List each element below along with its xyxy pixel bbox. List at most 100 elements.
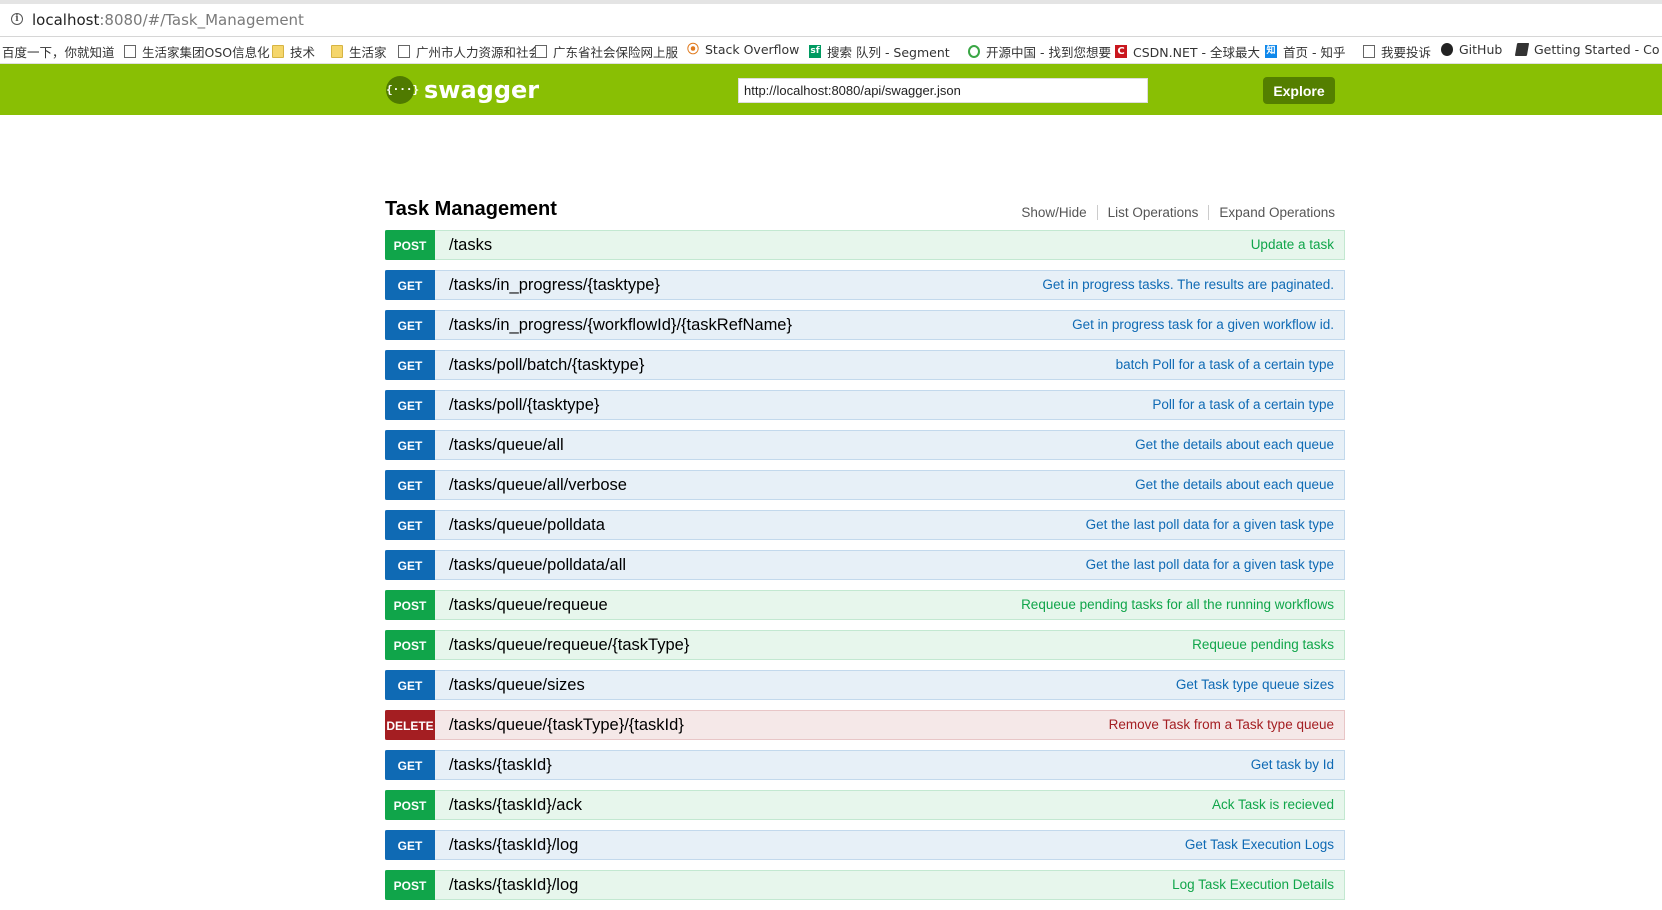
bookmark-item[interactable]: 生活家集团OSO信息化	[124, 42, 270, 61]
operation-row[interactable]: GET/tasks/{taskId} Get task by Id	[385, 750, 1345, 780]
operation-row[interactable]: GET/tasks/queue/polldata/all Get the last…	[385, 550, 1345, 580]
bookmark-item[interactable]: ⦿ Stack Overflow	[687, 42, 799, 57]
operation-summary[interactable]: Remove Task from a Task type queue	[1109, 717, 1334, 732]
bookmark-item[interactable]: sf 搜索 队列 - Segment	[809, 42, 950, 61]
operation-summary[interactable]: Requeue pending tasks	[1192, 637, 1334, 652]
segmentfault-icon: sf	[809, 45, 821, 58]
http-method-badge[interactable]: GET	[385, 750, 435, 780]
operation-row[interactable]: POST/tasks/{taskId}/ack Ack Task is recie…	[385, 790, 1345, 820]
operation-row[interactable]: GET/tasks/in_progress/{tasktype} Get in p…	[385, 270, 1345, 300]
operation-path[interactable]: /tasks/queue/sizes	[449, 676, 585, 695]
operation-summary[interactable]: Poll for a task of a certain type	[1152, 397, 1334, 412]
operation-row[interactable]: GET/tasks/queue/all Get the details about…	[385, 430, 1345, 460]
http-method-badge[interactable]: GET	[385, 310, 435, 340]
operation-summary[interactable]: Get in progress tasks. The results are p…	[1042, 277, 1334, 292]
http-method-badge[interactable]: POST	[385, 790, 435, 820]
bookmark-item[interactable]: Getting Started - Co	[1514, 42, 1659, 57]
operation-summary[interactable]: Get in progress task for a given workflo…	[1072, 317, 1334, 332]
http-method-badge[interactable]: GET	[385, 510, 435, 540]
http-method-badge[interactable]: GET	[385, 390, 435, 420]
operation-row[interactable]: GET/tasks/poll/{tasktype} Poll for a task…	[385, 390, 1345, 420]
operation-summary[interactable]: Get the last poll data for a given task …	[1086, 517, 1334, 532]
http-method-badge[interactable]: DELETE	[385, 710, 435, 740]
bookmark-item[interactable]: 广州市人力资源和社会	[398, 42, 541, 61]
operation-path[interactable]: /tasks/in_progress/{workflowId}/{taskRef…	[449, 316, 792, 335]
operation-summary[interactable]: Ack Task is recieved	[1212, 797, 1334, 812]
page-icon	[398, 45, 410, 58]
resource-title[interactable]: Task Management	[385, 198, 557, 221]
operation-row[interactable]: GET/tasks/poll/batch/{tasktype} batch Pol…	[385, 350, 1345, 380]
page-icon	[1363, 45, 1375, 58]
operation-summary[interactable]: Requeue pending tasks for all the runnin…	[1021, 597, 1334, 612]
operation-path[interactable]: /tasks/poll/batch/{tasktype}	[449, 356, 644, 375]
operation-summary[interactable]: Update a task	[1251, 237, 1334, 252]
operation-path[interactable]: /tasks/queue/polldata	[449, 516, 605, 535]
operation-row[interactable]: GET/tasks/queue/polldata Get the last pol…	[385, 510, 1345, 540]
http-method-badge[interactable]: GET	[385, 550, 435, 580]
operation-path[interactable]: /tasks/queue/all	[449, 436, 564, 455]
operation-row[interactable]: GET/tasks/{taskId}/log Get Task Execution…	[385, 830, 1345, 860]
operation-row[interactable]: POST/tasks/queue/requeue/{taskType} Reque…	[385, 630, 1345, 660]
operation-row[interactable]: POST/tasks Update a task	[385, 230, 1345, 260]
operation-row[interactable]: GET/tasks/in_progress/{workflowId}/{task…	[385, 310, 1345, 340]
bookmark-item[interactable]: 知首页 - 知乎	[1265, 42, 1345, 61]
link-divider	[1208, 205, 1210, 220]
operation-path[interactable]: /tasks/queue/requeue/{taskType}	[449, 636, 689, 655]
http-method-badge[interactable]: GET	[385, 830, 435, 860]
http-method-badge[interactable]: POST	[385, 590, 435, 620]
bookmark-item[interactable]: 我要投诉	[1363, 42, 1431, 61]
bookmark-item[interactable]: 广东省社会保险网上服	[535, 42, 678, 61]
list-operations-link[interactable]: List Operations	[1108, 205, 1199, 220]
operation-path[interactable]: /tasks/queue/all/verbose	[449, 476, 627, 495]
bookmark-item[interactable]: 生活家	[331, 42, 387, 61]
operation-path[interactable]: /tasks/{taskId}/ack	[449, 796, 582, 815]
http-method-badge[interactable]: GET	[385, 670, 435, 700]
bookmark-item[interactable]: 开源中国 - 找到您想要	[968, 42, 1111, 61]
bookmark-item[interactable]: 百度一下，你就知道	[2, 42, 115, 61]
operation-row[interactable]: POST/tasks/queue/requeue Requeue pending …	[385, 590, 1345, 620]
info-icon[interactable]: i	[11, 13, 23, 25]
address-url[interactable]: localhost:8080/#/Task_Management	[32, 11, 304, 29]
operation-summary[interactable]: Log Task Execution Details	[1172, 877, 1334, 892]
bookmark-item[interactable]: 技术	[272, 42, 315, 61]
operation-summary[interactable]: Get the details about each queue	[1135, 437, 1334, 452]
operation-row[interactable]: POST/tasks/{taskId}/log Log Task Executio…	[385, 870, 1345, 900]
bookmark-item[interactable]: GitHub	[1441, 42, 1502, 57]
csdn-icon: C	[1115, 45, 1127, 58]
operation-row[interactable]: GET/tasks/queue/sizes Get Task type queue…	[385, 670, 1345, 700]
explore-button[interactable]: Explore	[1263, 77, 1335, 104]
operation-path[interactable]: /tasks/queue/requeue	[449, 596, 608, 615]
operation-path[interactable]: /tasks/{taskId}/log	[449, 836, 578, 855]
page-icon	[535, 45, 547, 58]
http-method-badge[interactable]: GET	[385, 470, 435, 500]
http-method-badge[interactable]: POST	[385, 230, 435, 260]
operation-summary[interactable]: Get the last poll data for a given task …	[1086, 557, 1334, 572]
operation-summary[interactable]: Get Task Execution Logs	[1185, 837, 1334, 852]
spec-url-input[interactable]	[738, 78, 1148, 103]
operation-path[interactable]: /tasks/{taskId}	[449, 756, 552, 775]
http-method-badge[interactable]: GET	[385, 350, 435, 380]
operation-row[interactable]: DELETE/tasks/queue/{taskType}/{taskId} Re…	[385, 710, 1345, 740]
show-hide-link[interactable]: Show/Hide	[1021, 205, 1086, 220]
operation-path[interactable]: /tasks/queue/polldata/all	[449, 556, 626, 575]
bookmark-item[interactable]: C CSDN.NET - 全球最大	[1115, 42, 1260, 61]
operation-summary[interactable]: Get the details about each queue	[1135, 477, 1334, 492]
http-method-badge[interactable]: POST	[385, 630, 435, 660]
operation-summary[interactable]: Get Task type queue sizes	[1176, 677, 1334, 692]
operation-path[interactable]: /tasks	[449, 236, 492, 255]
operation-path[interactable]: /tasks/poll/{tasktype}	[449, 396, 599, 415]
swagger-logo[interactable]: {···} swagger	[386, 76, 539, 104]
http-method-badge[interactable]: GET	[385, 430, 435, 460]
http-method-badge[interactable]: POST	[385, 870, 435, 900]
expand-operations-link[interactable]: Expand Operations	[1219, 205, 1335, 220]
address-bar[interactable]: i localhost:8080/#/Task_Management	[0, 4, 1662, 37]
bookmark-label: 技术	[290, 45, 316, 60]
operation-summary[interactable]: batch Poll for a task of a certain type	[1116, 357, 1334, 372]
http-method-badge[interactable]: GET	[385, 270, 435, 300]
operation-row[interactable]: GET/tasks/queue/all/verbose Get the detai…	[385, 470, 1345, 500]
operation-path[interactable]: /tasks/in_progress/{tasktype}	[449, 276, 660, 295]
operation-path[interactable]: /tasks/queue/{taskType}/{taskId}	[449, 716, 684, 735]
operation-path[interactable]: /tasks/{taskId}/log	[449, 876, 578, 895]
folder-icon	[272, 45, 284, 58]
operation-summary[interactable]: Get task by Id	[1251, 757, 1334, 772]
